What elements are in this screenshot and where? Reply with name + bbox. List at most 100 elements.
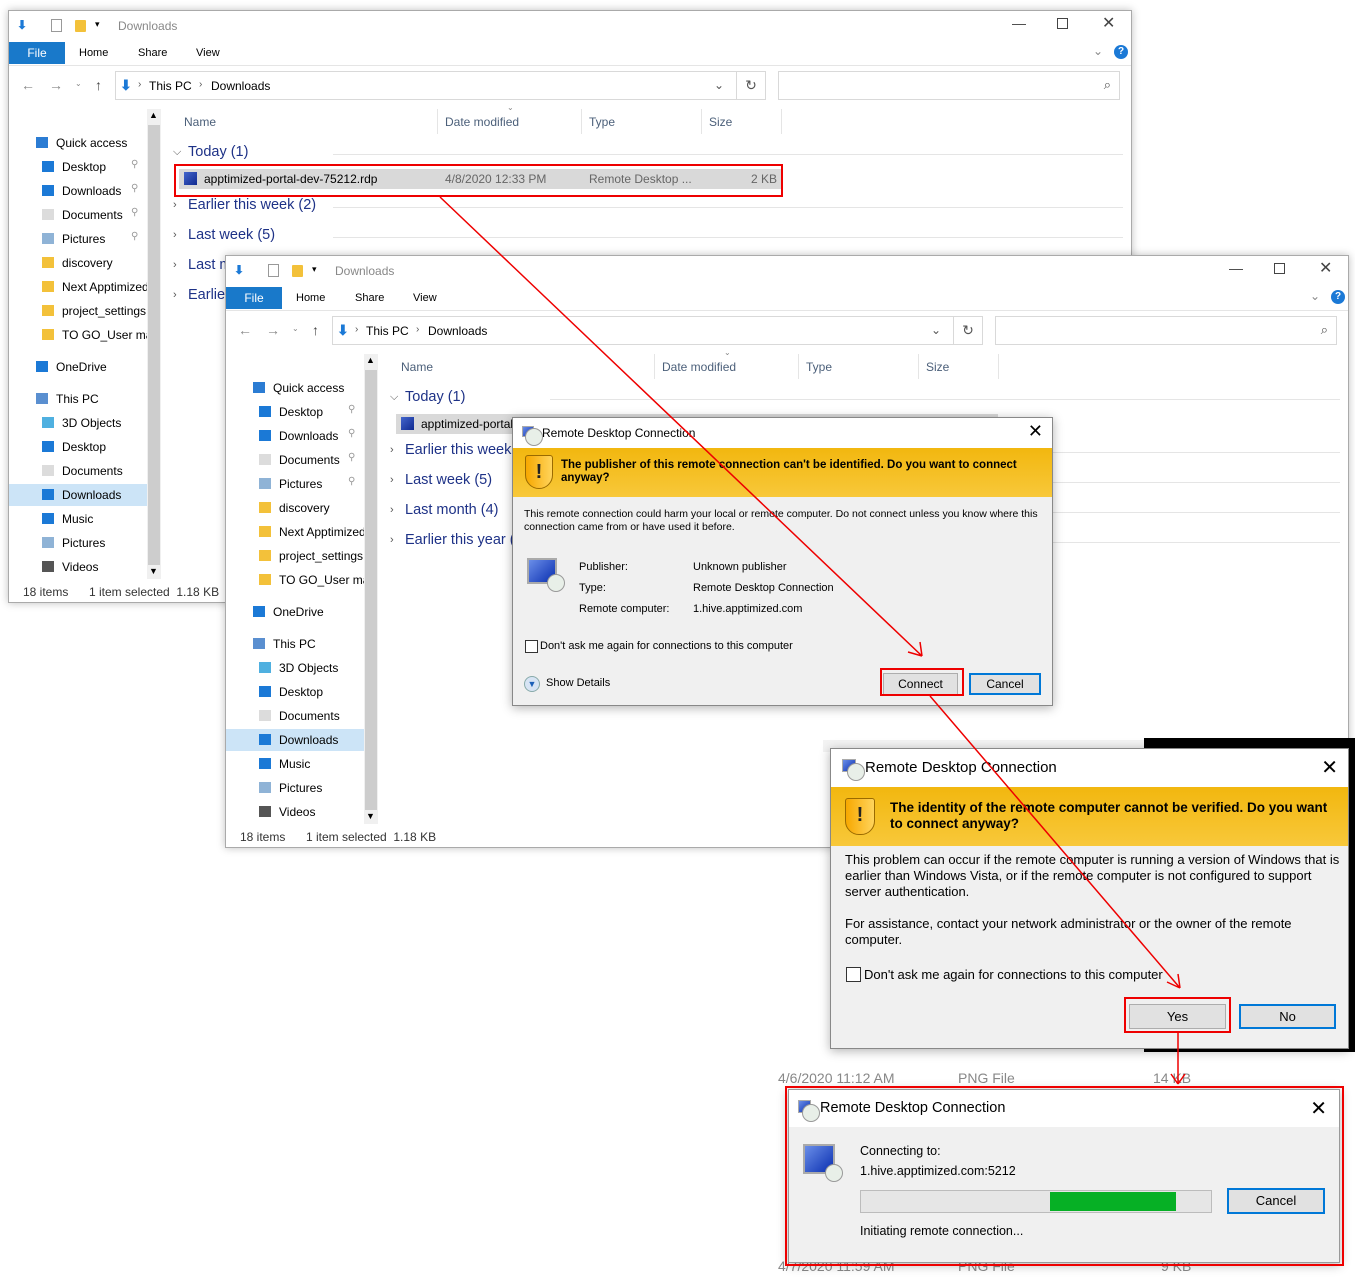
nav-item-discovery[interactable]: discovery <box>226 497 364 519</box>
nav-item-this-pc[interactable]: This PC <box>9 388 147 410</box>
nav-item-videos[interactable]: Videos <box>9 556 147 578</box>
column-header-name[interactable]: Name <box>184 115 216 129</box>
show-details-button[interactable]: Show Details <box>546 677 610 689</box>
column-header-type[interactable]: Type <box>806 360 832 374</box>
recent-locations-icon[interactable]: ⌄ <box>75 79 82 88</box>
close-button[interactable]: ✕ <box>1319 258 1332 278</box>
nav-item-downloads[interactable]: Downloads <box>9 484 147 506</box>
search-input[interactable]: ⌕ <box>778 71 1120 100</box>
nav-item-documents[interactable]: Documents ⚲ <box>9 204 147 226</box>
tab-file[interactable]: File <box>226 287 282 309</box>
column-header-name[interactable]: Name <box>401 360 433 374</box>
chevron-down-icon[interactable]: ▼ <box>524 676 540 692</box>
refresh-button[interactable]: ↻ <box>736 71 766 100</box>
tab-home[interactable]: Home <box>296 292 325 304</box>
group-header[interactable]: ⌵ Today (1) <box>390 389 1340 409</box>
nav-item-downloads[interactable]: Downloads ⚲ <box>226 425 364 447</box>
up-button[interactable]: ↑ <box>312 322 319 338</box>
no-button[interactable]: No <box>1239 1004 1336 1029</box>
maximize-button[interactable] <box>1057 18 1068 29</box>
minimize-button[interactable]: — <box>1012 15 1026 31</box>
column-header-type[interactable]: Type <box>589 115 615 129</box>
tab-view[interactable]: View <box>413 292 437 304</box>
tab-file[interactable]: File <box>9 42 65 64</box>
scrollbar-thumb[interactable] <box>365 370 377 810</box>
ribbon-expand-icon[interactable]: ⌄ <box>1093 44 1103 58</box>
nav-item-downloads[interactable]: Downloads ⚲ <box>9 180 147 202</box>
nav-item-3d-objects[interactable]: 3D Objects <box>9 412 147 434</box>
close-button[interactable]: ✕ <box>1028 421 1043 442</box>
cancel-button[interactable]: Cancel <box>969 673 1041 695</box>
maximize-button[interactable] <box>1274 263 1285 274</box>
nav-item-this-pc[interactable]: This PC <box>226 633 364 655</box>
column-header-date-modified[interactable]: Date modified <box>662 360 736 374</box>
group-header[interactable]: › Earlier this week (2) <box>173 197 1123 217</box>
customize-toolbar-icon[interactable]: ▾ <box>95 19 100 30</box>
connect-button[interactable]: Connect <box>883 673 958 695</box>
nav-item-desktop[interactable]: Desktop <box>9 436 147 458</box>
scroll-down-arrow[interactable]: ▼ <box>366 811 375 821</box>
nav-item-project-settings[interactable]: project_settings <box>226 545 364 567</box>
tab-home[interactable]: Home <box>79 47 108 59</box>
nav-item-desktop[interactable]: Desktop <box>226 681 364 703</box>
ribbon-expand-icon[interactable]: ⌄ <box>1310 289 1320 303</box>
nav-item-pictures[interactable]: Pictures ⚲ <box>9 228 147 250</box>
nav-item-desktop[interactable]: Desktop ⚲ <box>226 401 364 423</box>
new-folder-icon[interactable] <box>75 20 86 32</box>
column-header-date-modified[interactable]: Date modified <box>445 115 519 129</box>
breadcrumb-downloads[interactable]: Downloads <box>428 324 487 338</box>
nav-item-pictures[interactable]: Pictures ⚲ <box>226 473 364 495</box>
nav-item-to-go-user-manual[interactable]: TO GO_User manual <box>9 324 147 346</box>
scroll-down-arrow[interactable]: ▼ <box>149 566 158 576</box>
yes-button[interactable]: Yes <box>1129 1004 1226 1029</box>
nav-item-3d-objects[interactable]: 3D Objects <box>226 657 364 679</box>
nav-item-quick-access[interactable]: Quick access <box>9 132 147 154</box>
nav-item-onedrive[interactable]: OneDrive <box>226 601 364 623</box>
scroll-up-arrow[interactable]: ▲ <box>149 110 158 120</box>
group-header[interactable]: ⌵ Today (1) <box>173 144 1123 164</box>
address-bar[interactable]: ⬇ › This PC › Downloads ⌄ <box>332 316 954 345</box>
address-dropdown-icon[interactable]: ⌄ <box>714 78 724 92</box>
tab-view[interactable]: View <box>196 47 220 59</box>
nav-item-project-settings[interactable]: project_settings <box>9 300 147 322</box>
tab-share[interactable]: Share <box>355 292 384 304</box>
refresh-button[interactable]: ↻ <box>953 316 983 345</box>
recent-locations-icon[interactable]: ⌄ <box>292 324 299 333</box>
breadcrumb-this-pc[interactable]: This PC <box>149 79 192 93</box>
properties-icon[interactable] <box>268 264 279 277</box>
back-button[interactable]: ← <box>21 77 35 93</box>
nav-item-pictures[interactable]: Pictures <box>9 532 147 554</box>
nav-item-music[interactable]: Music <box>226 753 364 775</box>
dont-ask-checkbox[interactable] <box>846 967 861 982</box>
nav-item-downloads[interactable]: Downloads <box>226 729 364 751</box>
scroll-up-arrow[interactable]: ▲ <box>366 355 375 365</box>
nav-item-documents[interactable]: Documents ⚲ <box>226 449 364 471</box>
breadcrumb-downloads[interactable]: Downloads <box>211 79 270 93</box>
back-button[interactable]: ← <box>238 322 252 338</box>
nav-item-quick-access[interactable]: Quick access <box>226 377 364 399</box>
address-dropdown-icon[interactable]: ⌄ <box>931 323 941 337</box>
search-input[interactable]: ⌕ <box>995 316 1337 345</box>
column-header-size[interactable]: Size <box>926 360 949 374</box>
minimize-button[interactable]: — <box>1229 260 1243 276</box>
nav-item-discovery[interactable]: discovery <box>9 252 147 274</box>
help-icon[interactable]: ? <box>1331 290 1345 304</box>
properties-icon[interactable] <box>51 19 62 32</box>
group-header[interactable]: › Last week (5) <box>173 227 1123 247</box>
dont-ask-checkbox[interactable] <box>525 640 538 653</box>
close-button[interactable]: ✕ <box>1102 13 1115 33</box>
nav-item-next-apptimized[interactable]: Next Apptimized <box>9 276 147 298</box>
help-icon[interactable]: ? <box>1114 45 1128 59</box>
address-bar[interactable]: ⬇ › This PC › Downloads ⌄ <box>115 71 737 100</box>
column-header-size[interactable]: Size <box>709 115 732 129</box>
forward-button[interactable]: → <box>49 77 63 93</box>
nav-item-to-go-user-manual[interactable]: TO GO_User manual <box>226 569 364 591</box>
new-folder-icon[interactable] <box>292 265 303 277</box>
up-button[interactable]: ↑ <box>95 77 102 93</box>
tab-share[interactable]: Share <box>138 47 167 59</box>
nav-item-music[interactable]: Music <box>9 508 147 530</box>
nav-item-videos[interactable]: Videos <box>226 801 364 823</box>
nav-item-documents[interactable]: Documents <box>226 705 364 727</box>
close-button[interactable]: ✕ <box>1321 755 1338 780</box>
nav-item-next-apptimized[interactable]: Next Apptimized <box>226 521 364 543</box>
